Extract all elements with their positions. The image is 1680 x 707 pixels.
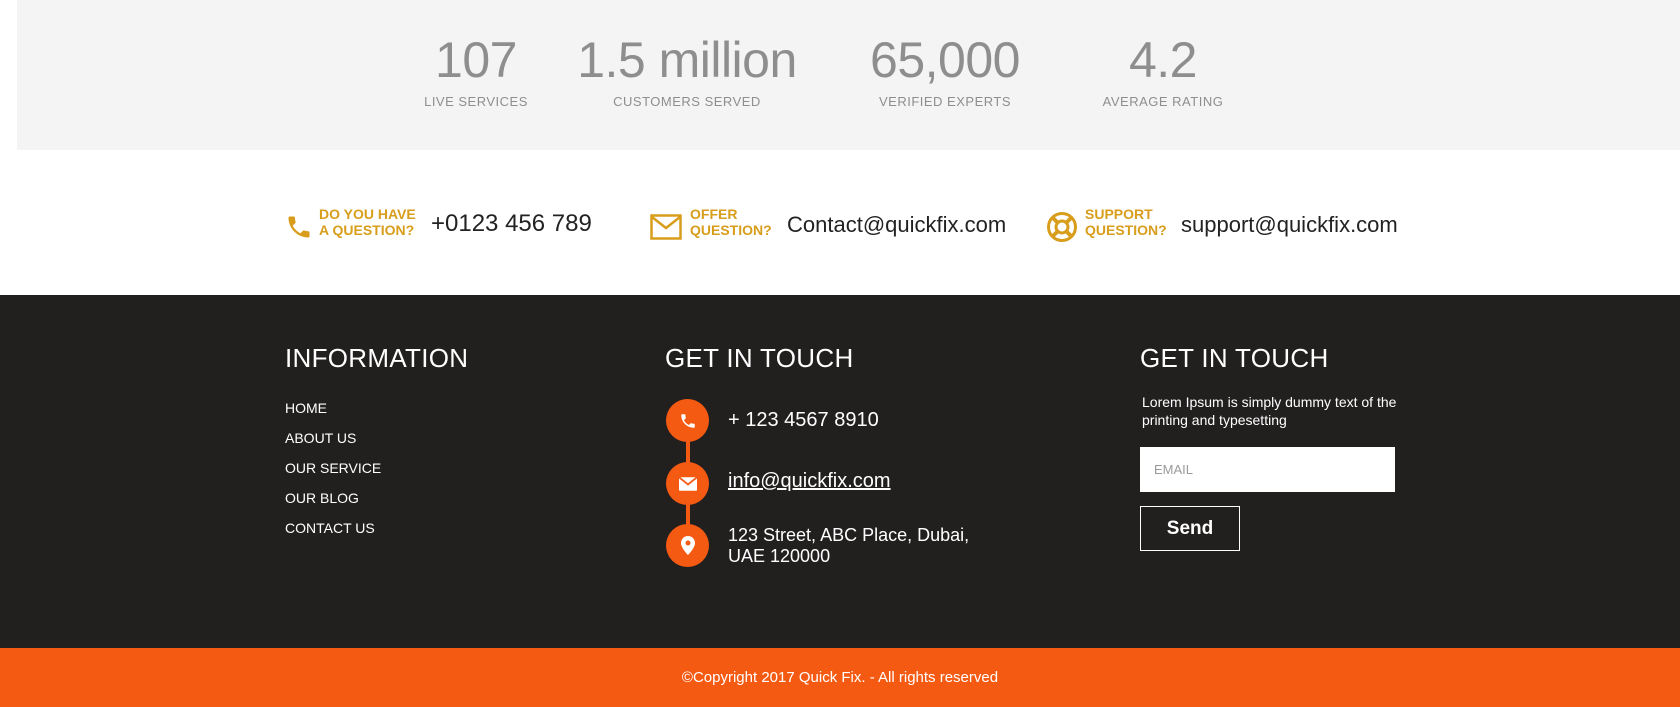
footer-link-about-us[interactable]: ABOUT US bbox=[285, 423, 381, 453]
question-line: DO YOU HAVE bbox=[319, 206, 416, 222]
information-title: INFORMATION bbox=[285, 343, 469, 373]
lifebuoy-icon bbox=[1046, 211, 1077, 242]
contact-question: OFFER QUESTION? bbox=[690, 206, 800, 238]
address-line: UAE 120000 bbox=[728, 546, 831, 566]
touch-phone[interactable]: + 123 4567 8910 bbox=[728, 410, 879, 431]
copyright-text: ©Copyright 2017 Quick Fix. - All rights … bbox=[681, 669, 999, 686]
footer-link-our-service[interactable]: OUR SERVICE bbox=[285, 453, 381, 483]
stat-label: AVERAGE RATING bbox=[1102, 94, 1224, 109]
touch-address: 123 Street, ABC Place, Dubai, UAE 120000 bbox=[728, 525, 969, 567]
copyright-bar: ©Copyright 2017 Quick Fix. - All rights … bbox=[0, 648, 1680, 707]
map-pin-icon bbox=[666, 524, 709, 567]
stat-customers-served: 1.5 million CUSTOMERS SERVED bbox=[577, 30, 797, 109]
stat-value: 107 bbox=[435, 32, 517, 88]
envelope-icon bbox=[650, 214, 682, 244]
footer-link-contact-us[interactable]: CONTACT US bbox=[285, 513, 381, 543]
stat-label: VERIFIED EXPERTS bbox=[878, 94, 1011, 109]
question-line: QUESTION? bbox=[1085, 222, 1167, 238]
newsletter-email-input[interactable] bbox=[1140, 447, 1395, 492]
envelope-icon bbox=[666, 462, 709, 505]
stat-value: 1.5 million bbox=[577, 32, 797, 88]
stat-value: 65,000 bbox=[870, 32, 1020, 88]
stat-label: CUSTOMERS SERVED bbox=[613, 94, 761, 109]
stat-live-services: 107 LIVE SERVICES bbox=[411, 30, 541, 109]
touch-email-link[interactable]: info@quickfix.com bbox=[728, 471, 891, 492]
stats-band: 107 LIVE SERVICES 1.5 million CUSTOMERS … bbox=[17, 0, 1680, 150]
contact-strip: DO YOU HAVE A QUESTION? +0123 456 789 OF… bbox=[0, 150, 1680, 295]
footer: INFORMATION HOME ABOUT US OUR SERVICE OU… bbox=[0, 295, 1680, 648]
address-line: 123 Street, ABC Place, Dubai, bbox=[728, 525, 970, 545]
contact-question: DO YOU HAVE A QUESTION? bbox=[319, 206, 429, 238]
phone-icon bbox=[285, 212, 315, 242]
footer-link-our-blog[interactable]: OUR BLOG bbox=[285, 483, 381, 513]
newsletter-description: Lorem Ipsum is simply dummy text of the … bbox=[1142, 394, 1397, 428]
stat-value: 4.2 bbox=[1128, 32, 1198, 88]
contact-phone-number[interactable]: +0123 456 789 bbox=[431, 210, 592, 238]
question-line: QUESTION? bbox=[690, 222, 772, 238]
newsletter-title: GET IN TOUCH bbox=[1140, 343, 1329, 373]
contact-offer-email[interactable]: Contact@quickfix.com bbox=[787, 212, 1006, 238]
information-links: HOME ABOUT US OUR SERVICE OUR BLOG CONTA… bbox=[285, 393, 381, 543]
send-button[interactable]: Send bbox=[1140, 506, 1240, 551]
question-line: OFFER bbox=[690, 206, 738, 222]
contact-question: SUPPORT QUESTION? bbox=[1085, 206, 1195, 238]
stat-verified-experts: 65,000 VERIFIED EXPERTS bbox=[855, 30, 1035, 109]
stat-average-rating: 4.2 AVERAGE RATING bbox=[1088, 30, 1238, 109]
footer-link-home[interactable]: HOME bbox=[285, 393, 381, 423]
phone-icon bbox=[666, 399, 709, 442]
get-in-touch-title: GET IN TOUCH bbox=[665, 343, 854, 373]
contact-support-email[interactable]: support@quickfix.com bbox=[1181, 212, 1398, 238]
stat-label: LIVE SERVICES bbox=[424, 94, 528, 109]
question-line: SUPPORT bbox=[1085, 206, 1153, 222]
question-line: A QUESTION? bbox=[319, 222, 415, 238]
